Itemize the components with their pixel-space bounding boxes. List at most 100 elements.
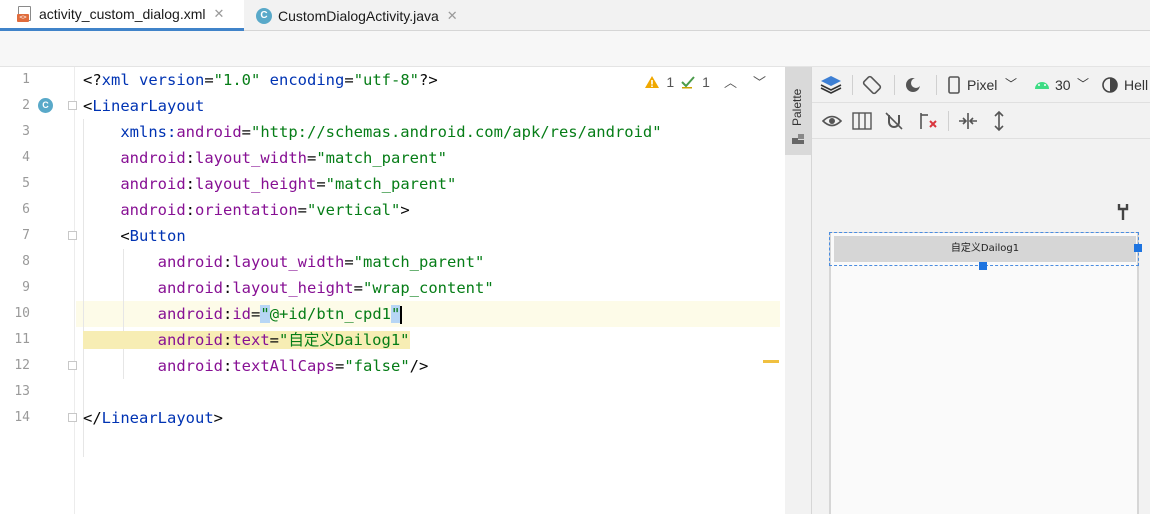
code-token: : — [222, 305, 233, 323]
designer-toolbar-bottom — [812, 103, 1150, 139]
code-line[interactable]: android:textAllCaps="false"/> — [83, 353, 429, 379]
code-token: android — [83, 279, 223, 297]
code-line[interactable]: android:layout_width="match_parent" — [83, 249, 485, 275]
code-line[interactable]: android:layout_width="match_parent" — [83, 145, 447, 171]
layers-icon[interactable] — [820, 75, 842, 95]
chevron-down-icon[interactable]: ﹀ — [1077, 75, 1089, 92]
code-token: "match_parent" — [353, 253, 485, 271]
code-token: = — [269, 331, 279, 349]
code-line[interactable]: <LinearLayout — [83, 93, 204, 119]
orientation-icon[interactable] — [862, 75, 882, 95]
code-token: id — [232, 305, 251, 323]
fold-marker-icon[interactable] — [68, 413, 77, 422]
code-token: "false" — [344, 357, 410, 375]
code-token: : — [185, 149, 195, 167]
code-line[interactable]: android:id="@+id/btn_cpd1" — [83, 301, 403, 327]
code-token: layout_width — [232, 253, 345, 271]
code-token: /> — [409, 357, 429, 375]
code-token: LinearLayout — [92, 97, 205, 115]
code-token: android — [83, 305, 223, 323]
theme-icon[interactable] — [1102, 77, 1118, 93]
designer-toolbar-top: Pixel ﹀ 30 ﹀ Hell — [812, 67, 1150, 103]
code-token: = — [344, 71, 354, 89]
night-mode-icon[interactable] — [904, 75, 924, 95]
code-token: android — [176, 123, 242, 141]
code-token: = — [334, 357, 345, 375]
java-class-gutter-icon[interactable]: C — [38, 98, 53, 113]
xml-file-icon: <> — [17, 6, 33, 22]
resize-handle[interactable] — [979, 262, 987, 270]
code-token: "vertical" — [307, 201, 401, 219]
wrench-icon[interactable] — [1116, 203, 1130, 221]
device-selector[interactable]: Pixel — [967, 77, 997, 93]
magnet-off-icon[interactable] — [884, 111, 904, 131]
text-caret — [400, 305, 403, 324]
line-number: 4 — [22, 150, 30, 165]
code-token: @+id/btn_cpd1 — [269, 305, 392, 323]
code-token: "http://schemas.android.com/apk/res/andr… — [251, 123, 662, 141]
line-number: 8 — [22, 254, 30, 269]
chevron-down-icon[interactable]: ﹀ — [753, 72, 766, 91]
line-number: 12 — [14, 358, 30, 373]
code-token: "wrap_content" — [363, 279, 494, 297]
warning-count: 1 — [666, 73, 675, 90]
warning-icon — [645, 75, 660, 88]
code-line[interactable]: android:layout_height="match_parent" — [83, 171, 456, 197]
code-token: = — [241, 123, 251, 141]
code-token: : — [185, 201, 195, 219]
api-level-selector[interactable]: 30 — [1055, 77, 1071, 93]
code-token: android — [83, 331, 223, 349]
code-line[interactable]: <Button — [83, 223, 186, 249]
code-line[interactable]: android:layout_height="wrap_content" — [83, 275, 494, 301]
close-icon[interactable]: ✕ — [447, 8, 458, 24]
tab-custom-dialog-activity-java[interactable]: C CustomDialogActivity.java ✕ — [246, 0, 482, 31]
resize-handle[interactable] — [1134, 244, 1142, 252]
code-token: = — [353, 279, 363, 297]
tab-label: activity_custom_dialog.xml — [39, 6, 206, 22]
code-token: = — [344, 253, 354, 271]
close-icon[interactable]: ✕ — [214, 6, 225, 22]
code-token: > — [213, 409, 223, 427]
pack-horizontal-icon[interactable] — [958, 112, 978, 130]
pack-vertical-icon[interactable] — [992, 110, 1006, 132]
code-line[interactable]: <?xml version="1.0" encoding="utf-8"?> — [83, 67, 438, 93]
code-token: " — [260, 305, 270, 323]
selection-outline — [829, 232, 1139, 266]
scrollbar-marker[interactable] — [763, 360, 779, 363]
code-line[interactable]: </LinearLayout> — [83, 405, 223, 431]
android-icon[interactable] — [1034, 78, 1050, 90]
inspection-widget[interactable]: 1 1 ︿ ﹀ — [644, 72, 766, 91]
line-number: 3 — [22, 124, 30, 139]
weak-warning-count: 1 — [702, 73, 710, 90]
tab-activity-custom-dialog-xml[interactable]: <> activity_custom_dialog.xml ✕ — [0, 0, 244, 31]
line-number: 1 — [22, 72, 30, 87]
chevron-down-icon[interactable]: ﹀ — [1005, 75, 1017, 92]
code-token: = — [204, 71, 214, 89]
line-number: 9 — [22, 280, 30, 295]
code-editor[interactable]: 1 2 3 4 5 6 7 8 9 10 11 12 13 14 <?xml version="1.0" … — [0, 67, 780, 514]
code-line[interactable]: xmlns:android="http://schemas.android.co… — [83, 119, 662, 145]
fold-marker-icon[interactable] — [68, 231, 77, 240]
blueprint-columns-icon[interactable] — [852, 111, 872, 131]
code-line[interactable]: android:orientation="vertical"> — [83, 197, 409, 223]
code-token: textAllCaps — [232, 357, 335, 375]
device-icon[interactable] — [948, 76, 960, 94]
code-line[interactable]: android:text="自定义Dailog1" — [83, 327, 410, 353]
fold-marker-icon[interactable] — [68, 361, 77, 370]
code-token: orientation — [195, 201, 298, 219]
code-token: xmlns: — [83, 123, 177, 141]
palette-label: Palette — [790, 88, 804, 126]
theme-selector[interactable]: Hell — [1124, 77, 1148, 93]
chevron-up-icon[interactable]: ︿ — [724, 72, 737, 91]
code-token: Button — [129, 227, 186, 245]
line-number: 14 — [14, 410, 30, 425]
code-token: <? — [83, 71, 102, 89]
eye-icon[interactable] — [822, 114, 842, 128]
code-token: : — [222, 357, 233, 375]
clear-constraints-icon[interactable] — [918, 111, 940, 131]
code-token: = — [297, 201, 307, 219]
code-token: android — [83, 175, 186, 193]
fold-marker-icon[interactable] — [68, 101, 77, 110]
device-preview-screen[interactable] — [829, 232, 1139, 514]
line-number: 6 — [22, 202, 30, 217]
